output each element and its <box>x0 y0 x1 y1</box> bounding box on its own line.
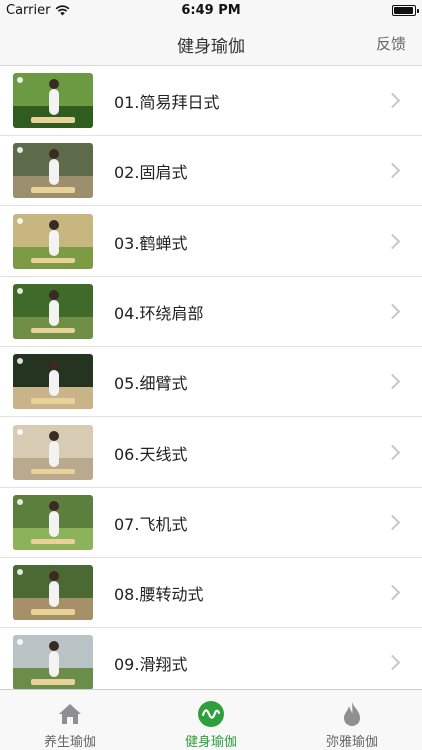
pulse-icon <box>198 701 224 727</box>
exercise-thumbnail <box>13 213 93 269</box>
tab-label: 养生瑜伽 <box>43 735 96 750</box>
list-item[interactable]: 02.固肩式 <box>0 136 422 207</box>
battery-fill <box>394 7 413 14</box>
list-item[interactable]: 05.细臂式 <box>0 347 422 418</box>
exercise-thumbnail <box>13 354 93 410</box>
exercise-title: 04.环绕肩部 <box>114 303 204 323</box>
chevron-right-icon <box>384 373 401 390</box>
exercise-title: 09.滑翔式 <box>114 655 188 675</box>
tab-health-yoga[interactable]: 养生瑜伽 <box>0 690 140 750</box>
exercise-title: 03.鹤蝉式 <box>114 233 188 253</box>
status-bar: Carrier 6:49 PM <box>0 0 422 22</box>
exercise-title: 01.简易拜日式 <box>114 93 220 112</box>
exercise-thumbnail <box>13 494 93 550</box>
exercise-list[interactable]: 01.简易拜日式 02.固肩式 03.鹤蝉式 04.环绕肩部 05.细臂式 06.天线式 0… <box>0 66 422 689</box>
tab-label: 健身瑜伽 <box>184 735 237 750</box>
chevron-right-icon <box>384 233 401 249</box>
chevron-right-icon <box>384 163 401 179</box>
chevron-right-icon <box>384 303 401 320</box>
list-item[interactable]: 01.简易拜日式 <box>0 66 422 136</box>
exercise-title: 08.腰转动式 <box>114 585 204 605</box>
list-item[interactable]: 03.鹤蝉式 <box>0 206 422 277</box>
exercise-title: 02.固肩式 <box>114 163 188 183</box>
exercise-title: 05.细臂式 <box>114 374 188 394</box>
list-item[interactable]: 06.天线式 <box>0 417 422 488</box>
exercise-thumbnail <box>13 424 93 480</box>
tab-fitness-yoga[interactable]: 健身瑜伽 <box>141 690 281 750</box>
chevron-right-icon <box>384 514 401 531</box>
navigation-bar: 健身瑜伽 反馈 <box>0 22 422 66</box>
list-item[interactable]: 04.环绕肩部 <box>0 276 422 347</box>
list-item[interactable]: 08.腰转动式 <box>0 558 422 629</box>
list-item[interactable]: 07.飞机式 <box>0 487 422 558</box>
tab-miya-yoga[interactable]: 弥雅瑜伽 <box>282 690 422 750</box>
tab-label: 弥雅瑜伽 <box>325 735 378 750</box>
status-time: 6:49 PM <box>181 3 241 18</box>
tab-bar: 养生瑜伽 健身瑜伽 弥雅瑜伽 <box>0 689 422 750</box>
exercise-title: 06.天线式 <box>114 444 188 464</box>
home-icon <box>59 704 81 724</box>
page-title: 健身瑜伽 <box>177 37 245 57</box>
exercise-thumbnail <box>13 283 93 339</box>
list-item[interactable]: 09.滑翔式 <box>0 628 422 689</box>
exercise-thumbnail <box>13 73 93 128</box>
feedback-button[interactable]: 反馈 <box>376 33 406 54</box>
exercise-title: 07.飞机式 <box>114 514 188 534</box>
flame-icon <box>344 702 360 726</box>
chevron-right-icon <box>384 444 401 460</box>
exercise-thumbnail <box>13 635 93 689</box>
exercise-thumbnail <box>13 565 93 621</box>
chevron-right-icon <box>384 92 401 109</box>
exercise-thumbnail <box>13 143 93 199</box>
battery-icon <box>392 5 419 16</box>
chevron-right-icon <box>384 655 401 671</box>
chevron-right-icon <box>384 584 401 601</box>
